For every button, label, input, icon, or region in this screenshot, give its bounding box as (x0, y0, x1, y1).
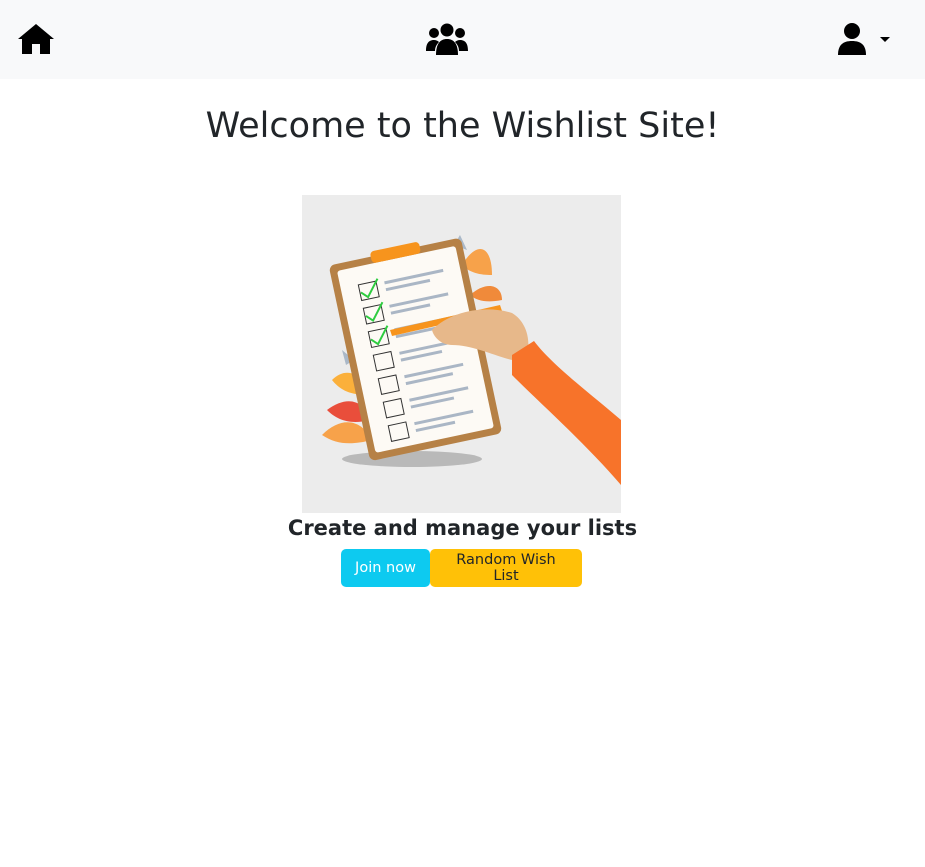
clipboard-checklist-illustration (302, 195, 621, 513)
random-wish-list-button[interactable]: Random Wish List (430, 549, 582, 587)
user-icon (838, 23, 866, 55)
caret-down-icon (880, 36, 890, 42)
subtitle: Create and manage your lists (287, 516, 638, 540)
navbar (0, 0, 925, 79)
join-now-button[interactable]: Join now (341, 549, 430, 587)
page-title: Welcome to the Wishlist Site! (205, 106, 720, 146)
users-group-icon[interactable] (426, 22, 468, 56)
home-icon[interactable] (17, 22, 55, 56)
action-buttons: Join now Random Wish List (341, 549, 582, 587)
user-menu-toggle[interactable] (836, 22, 896, 56)
